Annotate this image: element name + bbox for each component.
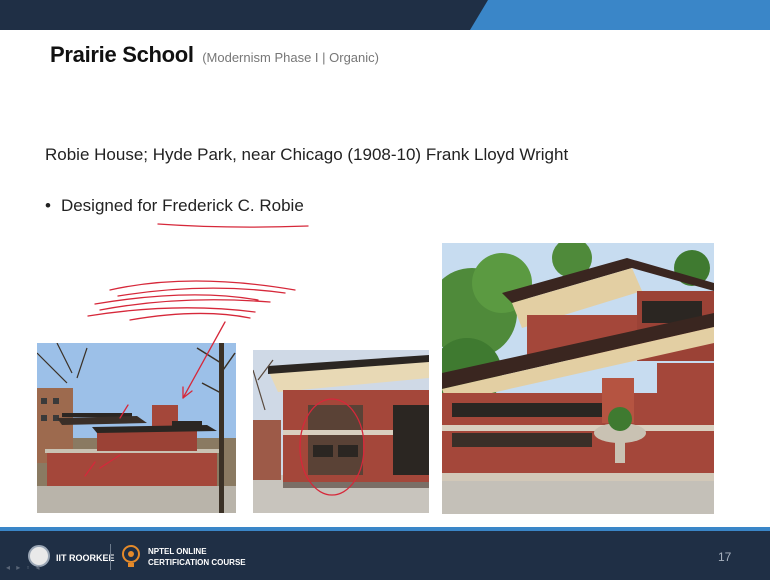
course-name-line2: CERTIFICATION COURSE [148,558,246,567]
footer-divider [110,544,111,570]
bullet-dot: • [45,196,51,215]
nptel-logo-icon [122,545,140,567]
photo-robie-house-wide [442,243,714,514]
slide-nav-icons[interactable]: ◂ ▸ ▫ ◂ [6,563,42,572]
slide-title: Prairie School [50,42,194,67]
footer-bar [0,531,770,580]
slide-subtitle: (Modernism Phase I | Organic) [202,50,379,65]
bullet-client-name: Frederick C. Robie [162,196,304,215]
house-description: Robie House; Hyde Park, near Chicago (19… [45,145,569,164]
course-name-line1: NPTEL ONLINE [148,547,207,556]
institute-name: IIT ROORKEE [56,553,115,563]
bullet-prefix: Designed for [60,196,158,215]
bullet-item: • Designed for Frederick C. Robie [45,196,304,216]
header-accent [470,0,770,30]
slide-title-block: Prairie School (Modernism Phase I | Orga… [50,42,379,68]
photo-robie-house-entrance [253,350,429,513]
course-name: NPTEL ONLINE CERTIFICATION COURSE [148,546,246,568]
page-number: 17 [718,550,732,564]
photo-robie-house-street [37,343,236,513]
